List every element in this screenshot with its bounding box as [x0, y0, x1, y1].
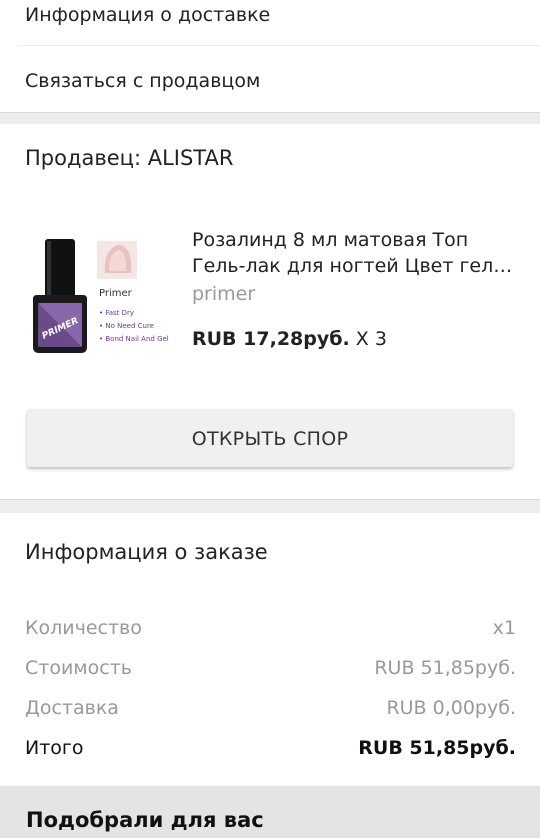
product-thumbnail[interactable]: PRIMER Primer • Fast Dry • No Need Cure …: [25, 233, 175, 371]
seller-title: Продавец: ALISTAR: [25, 146, 234, 170]
product-title-line-1: Розалинд 8 мл матовая Топ: [192, 229, 469, 251]
contact-seller-link[interactable]: Связаться с продавцом: [0, 46, 540, 112]
order-row-shipping: Доставка RUB 0,00руб.: [25, 697, 516, 723]
product-price: RUB 17,28руб.: [192, 328, 350, 350]
product-title-line-2: Гель-лак для ногтей Цвет гель …: [192, 255, 522, 277]
order-row-label: Итого: [25, 737, 84, 759]
svg-text:• Fast Dry: • Fast Dry: [99, 309, 134, 317]
product-variant: primer: [192, 283, 256, 305]
order-row-value: RUB 51,85руб.: [374, 657, 516, 679]
order-row-total: Итого RUB 51,85руб.: [25, 737, 516, 763]
order-row-label: Стоимость: [25, 657, 132, 679]
product-quantity: X 3: [355, 328, 387, 350]
order-info-title: Информация о заказе: [25, 540, 268, 564]
recommendations-title: Подобрали для вас: [26, 808, 264, 832]
order-row-label: Количество: [25, 617, 142, 639]
product-title[interactable]: Розалинд 8 мл матовая Топ Гель-лак для н…: [192, 227, 522, 279]
delivery-info-link[interactable]: Информация о доставке: [18, 0, 540, 46]
order-row-label: Доставка: [25, 697, 119, 719]
svg-text:• No Need Cure: • No Need Cure: [99, 322, 154, 330]
open-dispute-button[interactable]: ОТКРЫТЬ СПОР: [27, 409, 513, 467]
product-price-line: RUB 17,28руб. X 3: [192, 328, 387, 350]
svg-text:• Bond Nail And Gel: • Bond Nail And Gel: [99, 335, 169, 343]
order-info-card: Информация о заказе Количество x1 Стоимо…: [0, 513, 540, 786]
order-row-quantity: Количество x1: [25, 617, 516, 643]
order-row-value: RUB 0,00руб.: [386, 697, 516, 719]
order-links-card: Информация о доставке Связаться с продав…: [0, 0, 540, 113]
order-row-cost: Стоимость RUB 51,85руб.: [25, 657, 516, 683]
order-row-value: x1: [492, 617, 516, 639]
recommendations-section: Подобрали для вас: [0, 786, 540, 838]
svg-text:Primer: Primer: [99, 288, 133, 299]
order-row-value: RUB 51,85руб.: [358, 737, 516, 759]
